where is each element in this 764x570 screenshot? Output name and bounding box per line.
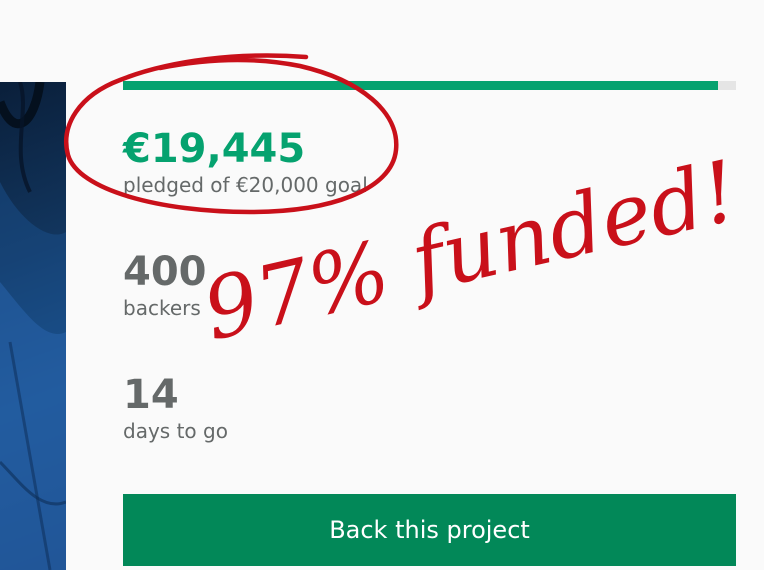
project-image [0,82,66,570]
pledged-stat: €19,445 pledged of €20,000 goal [123,126,368,198]
backers-label: backers [123,296,201,320]
backers-count: 400 [123,249,207,295]
pledged-goal-label: pledged of €20,000 goal [123,173,368,197]
days-to-go-stat: 14 days to go [123,372,228,444]
back-this-project-button[interactable]: Back this project [123,494,736,566]
days-to-go-label: days to go [123,419,228,443]
days-count: 14 [123,372,179,418]
pledged-amount: €19,445 [123,126,306,172]
funding-progress-fill [123,81,718,90]
funding-progress-bar [123,81,736,90]
backers-stat: 400 backers [123,249,207,321]
project-artwork [0,82,66,570]
